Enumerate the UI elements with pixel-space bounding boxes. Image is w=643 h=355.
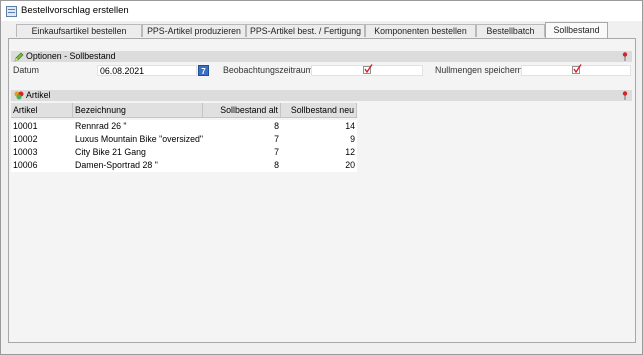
cell-artikel: 10006 xyxy=(11,159,73,172)
pencil-icon xyxy=(14,52,24,62)
window-title: Bestellvorschlag erstellen xyxy=(21,5,129,16)
options-section-header: Optionen - Sollbestand xyxy=(11,51,632,62)
pin-icon[interactable] xyxy=(622,91,628,100)
cell-sollbestand-neu: 12 xyxy=(281,146,357,159)
tab-strip: Einkaufsartikel bestellen PPS-Artikel pr… xyxy=(1,21,642,38)
cell-sollbestand-neu: 14 xyxy=(281,120,357,133)
articles-section-header: Artikel xyxy=(11,90,632,101)
cell-bezeichnung: Damen-Sportrad 28 " xyxy=(73,159,203,172)
window-icon xyxy=(6,6,17,17)
cell-sollbestand-neu: 20 xyxy=(281,159,357,172)
cell-sollbestand-alt: 7 xyxy=(203,146,281,159)
column-header-bezeichnung[interactable]: Bezeichnung xyxy=(73,103,203,118)
cell-bezeichnung: City Bike 21 Gang xyxy=(73,146,203,159)
tab-bestellbatch[interactable]: Bestellbatch xyxy=(476,24,545,37)
cell-bezeichnung: Luxus Mountain Bike "oversized" xyxy=(73,133,204,146)
zero-quantities-label: Nullmengen speichern xyxy=(435,65,523,75)
pin-icon[interactable] xyxy=(622,52,628,61)
cell-sollbestand-alt: 8 xyxy=(203,120,281,133)
column-header-artikel[interactable]: Artikel xyxy=(11,103,73,118)
cell-artikel: 10001 xyxy=(11,120,73,133)
options-title: Optionen - Sollbestand xyxy=(26,51,116,61)
cell-artikel: 10003 xyxy=(11,146,73,159)
observation-checkbox[interactable] xyxy=(363,64,373,74)
column-header-sollbestand-neu[interactable]: Sollbestand neu xyxy=(281,103,357,118)
tab-einkaufsartikel[interactable]: Einkaufsartikel bestellen xyxy=(16,24,142,37)
articles-title: Artikel xyxy=(26,90,51,100)
cell-sollbestand-alt: 8 xyxy=(203,159,281,172)
main-window: Bestellvorschlag erstellen Einkaufsartik… xyxy=(0,0,643,355)
cell-bezeichnung: Rennrad 26 " xyxy=(73,120,203,133)
cell-sollbestand-alt: 7 xyxy=(203,133,281,146)
date-field[interactable]: 06.08.2021 xyxy=(97,65,197,76)
tab-pps-produzieren[interactable]: PPS-Artikel produzieren xyxy=(142,24,246,37)
tab-panel-sollbestand: Optionen - Sollbestand Datum 06.08.2021 … xyxy=(8,38,636,343)
tab-sollbestand[interactable]: Sollbestand xyxy=(545,22,608,38)
calendar-button[interactable]: 7 xyxy=(198,65,209,76)
column-header-sollbestand-alt[interactable]: Sollbestand alt xyxy=(203,103,281,118)
observation-label: Beobachtungszeitraum xyxy=(223,65,313,75)
zero-quantities-checkbox[interactable] xyxy=(572,64,582,74)
tab-komponenten[interactable]: Komponenten bestellen xyxy=(365,24,476,37)
tab-pps-fertigung[interactable]: PPS-Artikel best. / Fertigung xyxy=(246,24,365,37)
articles-icon xyxy=(14,91,24,100)
cell-artikel: 10002 xyxy=(11,133,73,146)
date-label: Datum xyxy=(13,65,39,75)
title-bar: Bestellvorschlag erstellen xyxy=(1,1,642,21)
cell-sollbestand-neu: 9 xyxy=(281,133,357,146)
